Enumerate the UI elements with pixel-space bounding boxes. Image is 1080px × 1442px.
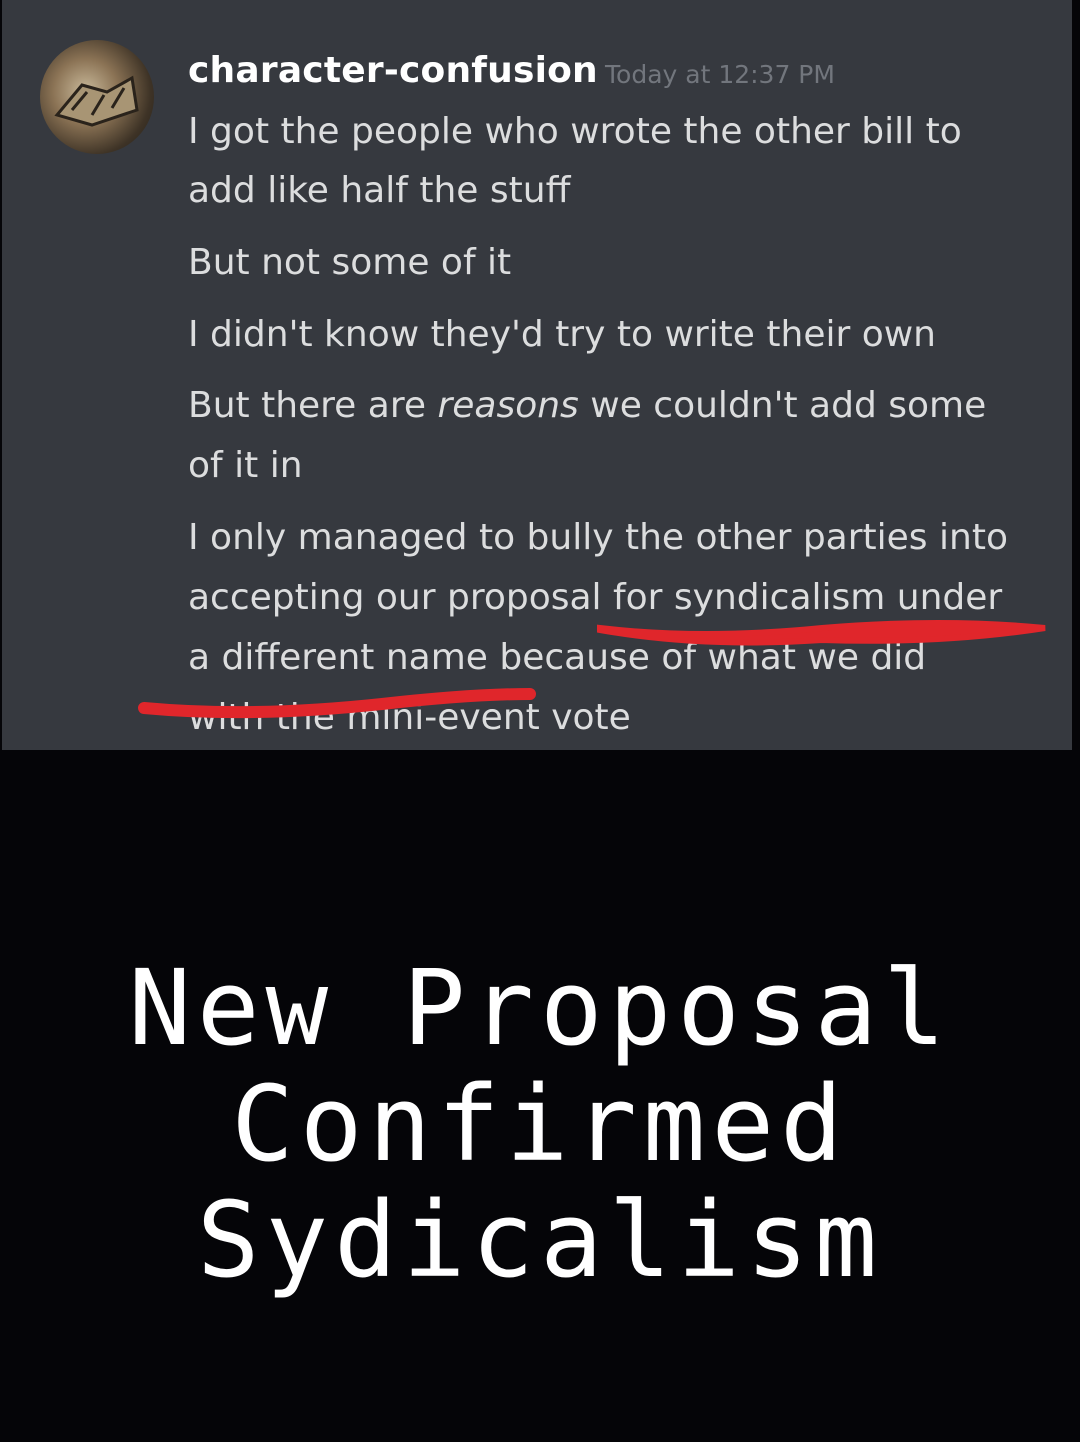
message-line: of it in (188, 445, 303, 486)
message-text: we couldn't add some (590, 385, 987, 426)
message-timestamp: Today at 12:37 PM (605, 60, 835, 89)
discord-message-screenshot: character-confusion Today at 12:37 PM I … (2, 0, 1072, 750)
message-line: a different name because of what we did (188, 637, 927, 678)
message-italic-text: reasons (437, 385, 579, 426)
message-line: accepting our proposal for syndicalism u… (188, 577, 1003, 618)
message-line: But there are reasons we couldn't add so… (188, 384, 986, 428)
message-line: I only managed to bully the other partie… (188, 517, 1008, 558)
username[interactable]: character-confusion (188, 50, 598, 91)
avatar-sketch-icon (54, 75, 139, 127)
message-text: But there are (188, 385, 426, 426)
message-line: with the mini-event vote (188, 697, 631, 738)
message-line: I got the people who wrote the other bil… (188, 111, 962, 152)
caption-line: Sydicalism (196, 1179, 884, 1301)
avatar[interactable] (40, 40, 154, 154)
message-line: But not some of it (188, 242, 512, 283)
caption-line: New Proposal (128, 947, 952, 1069)
caption-line: Confirmed (231, 1063, 849, 1185)
message-line: add like half the stuff (188, 170, 571, 211)
message-line: I didn't know they'd try to write their … (188, 314, 937, 355)
